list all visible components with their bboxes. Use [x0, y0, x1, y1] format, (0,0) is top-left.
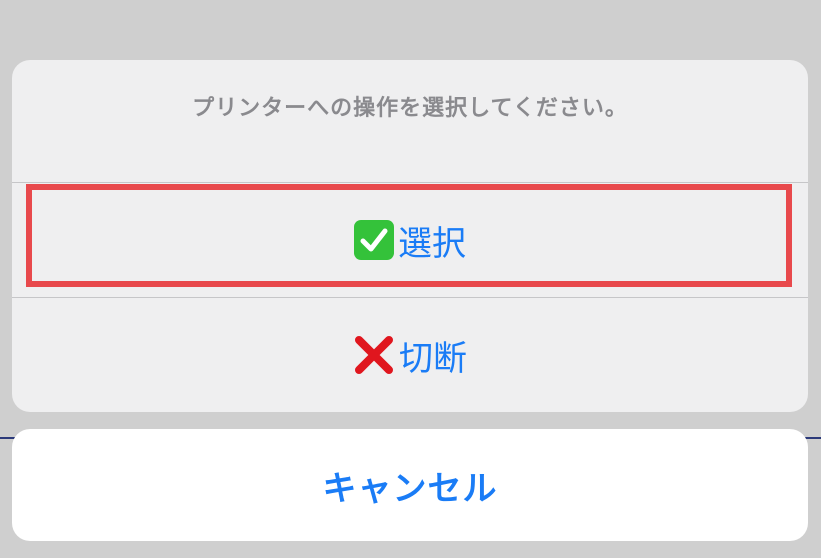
select-action-label: 選択: [398, 223, 466, 264]
cancel-button[interactable]: キャンセル: [12, 429, 808, 541]
disconnect-action-label: 切断: [399, 338, 467, 379]
cross-mark-icon: [353, 334, 395, 376]
select-action-button[interactable]: 選択: [12, 183, 808, 297]
action-sheet-title: プリンターへの操作を選択してください。: [192, 96, 628, 121]
disconnect-action-button[interactable]: 切断: [12, 298, 808, 412]
action-sheet-group: プリンターへの操作を選択してください。 選択 切断: [12, 60, 808, 412]
check-mark-button-icon: [354, 220, 394, 260]
